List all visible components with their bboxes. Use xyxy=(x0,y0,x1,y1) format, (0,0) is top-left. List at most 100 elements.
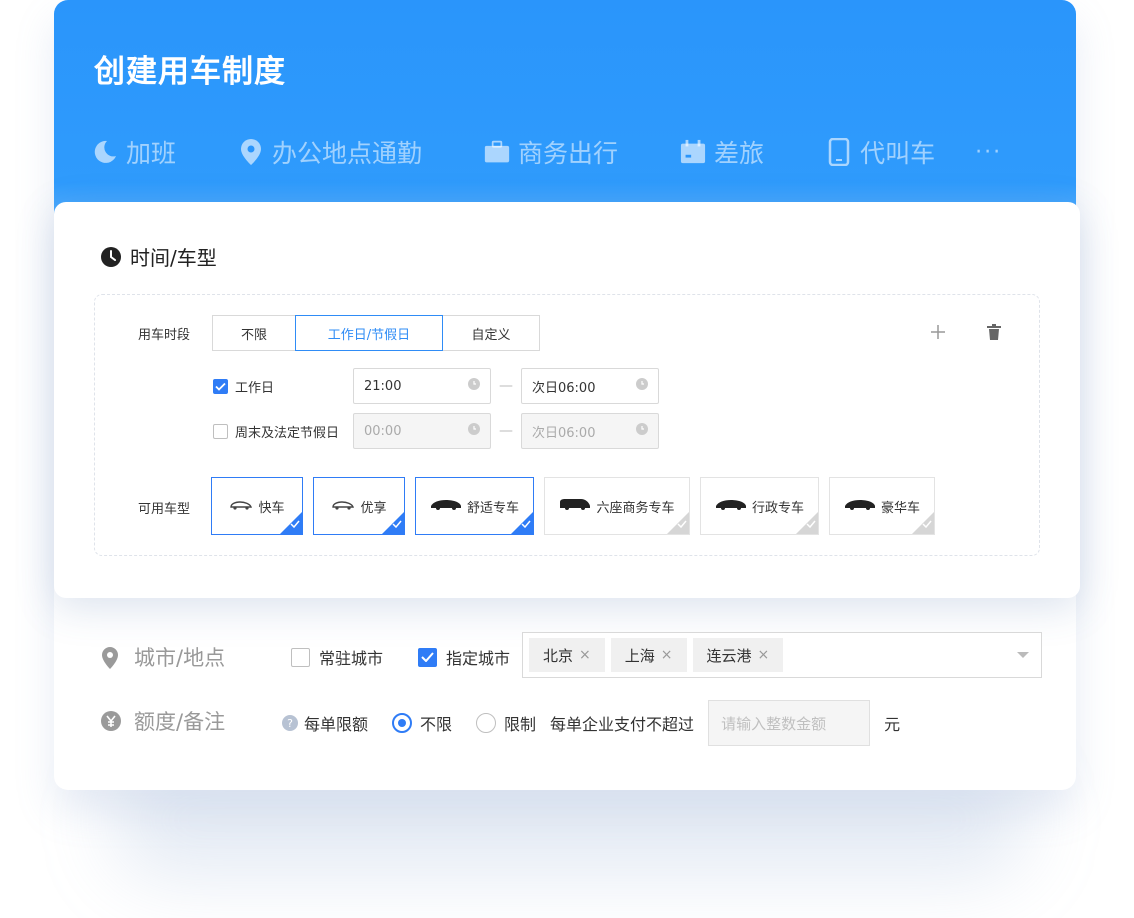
phone-icon xyxy=(826,138,852,166)
quota-label: 额度/备注 xyxy=(134,710,226,734)
vehicle-option-premier[interactable]: 优享 xyxy=(313,477,405,535)
holiday-end-time[interactable]: 次日06:00 xyxy=(521,413,659,449)
currency-unit: 元 xyxy=(884,715,901,734)
range-separator: — xyxy=(499,423,513,439)
resident-city-checkbox[interactable] xyxy=(291,647,310,667)
tab-business-trip[interactable]: 商务出行 xyxy=(484,134,618,170)
radio-unlimited[interactable] xyxy=(392,713,413,733)
holiday-start-time[interactable]: 00:00 xyxy=(353,413,491,449)
briefcase-icon xyxy=(484,138,510,166)
period-label: 用车时段 xyxy=(138,328,191,343)
page-title: 创建用车制度 xyxy=(94,54,286,90)
city-multiselect[interactable]: 北京 × 上海 × 连云港 × xyxy=(522,632,1042,678)
vehicle-option-express[interactable]: 快车 xyxy=(211,477,303,535)
more-tabs-button[interactable]: ··· xyxy=(975,140,1002,165)
radio-limited[interactable] xyxy=(476,713,497,733)
car-icon xyxy=(844,498,876,514)
holiday-row: 周末及法定节假日 00:00 — 次日06:00 xyxy=(213,413,659,449)
car-icon xyxy=(331,498,355,514)
tab-commute[interactable]: 办公地点通勤 xyxy=(238,134,422,170)
car-icon xyxy=(229,498,253,514)
city-tag-label: 连云港 xyxy=(706,646,752,665)
tab-label: 商务出行 xyxy=(518,139,619,168)
vehicle-option-executive[interactable]: 行政专车 xyxy=(700,477,819,535)
tab-call-for-others[interactable]: 代叫车 xyxy=(826,134,935,170)
specified-city-checkbox[interactable] xyxy=(418,647,437,667)
period-option-custom[interactable]: 自定义 xyxy=(442,315,540,351)
chevron-down-icon[interactable] xyxy=(1017,652,1029,658)
time-vehicle-settings: 用车时段 不限 工作日/节假日 自定义 工作日 21:00 — 次日06:00 xyxy=(94,294,1040,556)
limit-description: 每单企业支付不超过 xyxy=(550,715,695,734)
city-label-wrap: 城市/地点 xyxy=(100,642,225,672)
time-value: 次日06:00 xyxy=(532,380,596,396)
remove-city-icon[interactable]: × xyxy=(579,647,591,663)
tab-travel[interactable]: 差旅 xyxy=(680,134,764,170)
section-header: 时间/车型 xyxy=(100,242,217,271)
clock-icon xyxy=(636,423,648,439)
trash-icon[interactable] xyxy=(983,321,1005,343)
vehicle-option-six-seat[interactable]: 六座商务专车 xyxy=(544,477,690,535)
specified-city-option[interactable]: 指定城市 xyxy=(409,645,510,669)
check-icon xyxy=(677,517,687,532)
time-value: 21:00 xyxy=(364,378,402,394)
yen-icon xyxy=(100,710,122,732)
city-tag-label: 上海 xyxy=(624,646,655,665)
vehicle-options: 快车 优享 舒适专车 六座商务专车 行政专车 豪华车 xyxy=(211,477,945,535)
vehicle-label: 可用车型 xyxy=(138,502,191,517)
quota-label-wrap: 额度/备注 xyxy=(100,706,225,736)
period-segmented-control: 不限 工作日/节假日 自定义 xyxy=(212,315,540,351)
calendar-icon xyxy=(680,138,706,166)
city-tag: 上海 × xyxy=(610,638,687,672)
tab-overtime[interactable]: 加班 xyxy=(92,134,176,170)
range-separator: — xyxy=(499,378,513,394)
amount-input[interactable]: 请输入整数金额 xyxy=(708,700,871,746)
holiday-label: 周末及法定节假日 xyxy=(235,425,340,441)
clock-icon xyxy=(636,378,648,394)
time-value: 次日06:00 xyxy=(532,425,596,441)
workday-checkbox[interactable] xyxy=(213,378,228,394)
city-tag: 连云港 × xyxy=(692,638,784,672)
clock-icon xyxy=(468,423,480,439)
help-icon[interactable]: ? xyxy=(282,715,298,731)
period-option-workday-holiday[interactable]: 工作日/节假日 xyxy=(295,315,443,351)
city-label: 城市/地点 xyxy=(134,646,226,670)
vehicle-option-comfort[interactable]: 舒适专车 xyxy=(415,477,534,535)
remove-city-icon[interactable]: × xyxy=(661,647,673,663)
quota-row: ? 每单限额 不限 限制 每单企业支付不超过 请输入整数金额 元 xyxy=(282,700,900,746)
vehicle-option-luxury[interactable]: 豪华车 xyxy=(829,477,935,535)
time-vehicle-card: 时间/车型 用车时段 不限 工作日/节假日 自定义 工作日 21:00 — 次日 xyxy=(54,202,1080,598)
workday-end-time[interactable]: 次日06:00 xyxy=(521,368,659,404)
time-value: 00:00 xyxy=(364,423,402,439)
check-icon xyxy=(521,517,531,532)
vehicle-label-text: 六座商务专车 xyxy=(596,500,675,516)
workday-start-time[interactable]: 21:00 xyxy=(353,368,491,404)
category-tabs: 加班 办公地点通勤 商务出行 差旅 代叫车 ··· xyxy=(92,134,1002,170)
location-pin-icon xyxy=(100,646,122,669)
tab-label: 差旅 xyxy=(714,139,765,168)
limited-label: 限制 xyxy=(504,715,537,734)
add-icon[interactable] xyxy=(927,321,949,343)
moon-icon xyxy=(92,138,118,166)
check-icon xyxy=(922,517,932,532)
check-icon xyxy=(806,517,816,532)
period-option-unlimited[interactable]: 不限 xyxy=(212,315,296,351)
check-icon xyxy=(392,517,402,532)
check-icon xyxy=(290,517,300,532)
workday-label: 工作日 xyxy=(235,380,275,396)
car-icon xyxy=(430,498,462,514)
city-section-label: 城市/地点 xyxy=(100,642,225,672)
tab-label: 办公地点通勤 xyxy=(272,139,423,168)
resident-city-option[interactable]: 常驻城市 xyxy=(282,645,383,669)
van-icon xyxy=(559,498,591,514)
unlimited-label: 不限 xyxy=(420,715,453,734)
holiday-checkbox[interactable] xyxy=(213,423,228,439)
header-banner: 创建用车制度 加班 办公地点通勤 商务出行 差旅 代叫车 ··· xyxy=(54,0,1076,228)
car-icon xyxy=(715,498,747,514)
section-title: 时间/车型 xyxy=(130,246,217,270)
city-tag: 北京 × xyxy=(529,638,605,672)
clock-icon xyxy=(468,378,480,394)
specified-city-label: 指定城市 xyxy=(446,649,511,668)
resident-city-label: 常驻城市 xyxy=(319,649,384,668)
per-order-label: 每单限额 xyxy=(304,715,369,734)
remove-city-icon[interactable]: × xyxy=(758,647,770,663)
